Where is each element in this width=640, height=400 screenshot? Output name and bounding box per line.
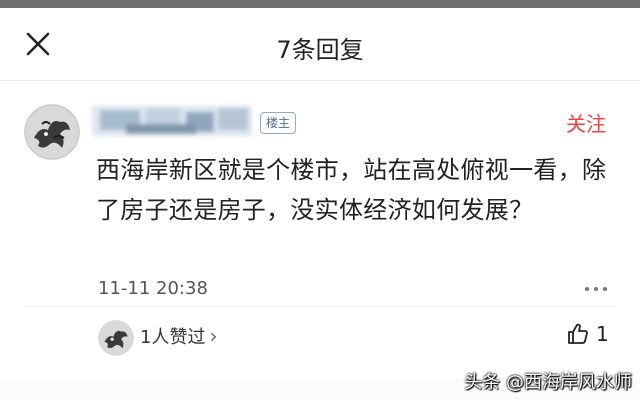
follow-button[interactable]: 关注 — [566, 108, 606, 137]
status-bar-strip — [0, 0, 640, 8]
author-badge: 楼主 — [260, 112, 297, 134]
likes-summary-text: 1人赞过 — [140, 327, 206, 348]
post-timestamp: 11-11 20:38 — [98, 278, 208, 299]
like-count: 1 — [596, 322, 609, 346]
more-button[interactable] — [584, 280, 608, 299]
watermark: 头条 @西海岸风水师 — [464, 372, 632, 393]
reply-header: 7条回复 — [0, 8, 640, 80]
post-content: 西海岸新区就是个楼市，站在高处俯视一看，除了房子还是房子，没实体经济如何发展？ — [96, 156, 607, 224]
page-title: 7条回复 — [276, 36, 364, 64]
more-dots-icon — [585, 287, 607, 291]
likes-summary[interactable]: 1人赞过 › — [140, 323, 217, 349]
header-divider — [0, 80, 640, 81]
liker-avatar[interactable] — [98, 320, 134, 356]
chevron-right-icon: › — [209, 324, 218, 348]
author-avatar[interactable] — [24, 104, 80, 160]
thumbs-up-icon — [568, 323, 588, 344]
author-name-redacted — [86, 98, 258, 144]
like-button[interactable]: 1 — [566, 322, 609, 346]
content-divider — [24, 306, 616, 307]
